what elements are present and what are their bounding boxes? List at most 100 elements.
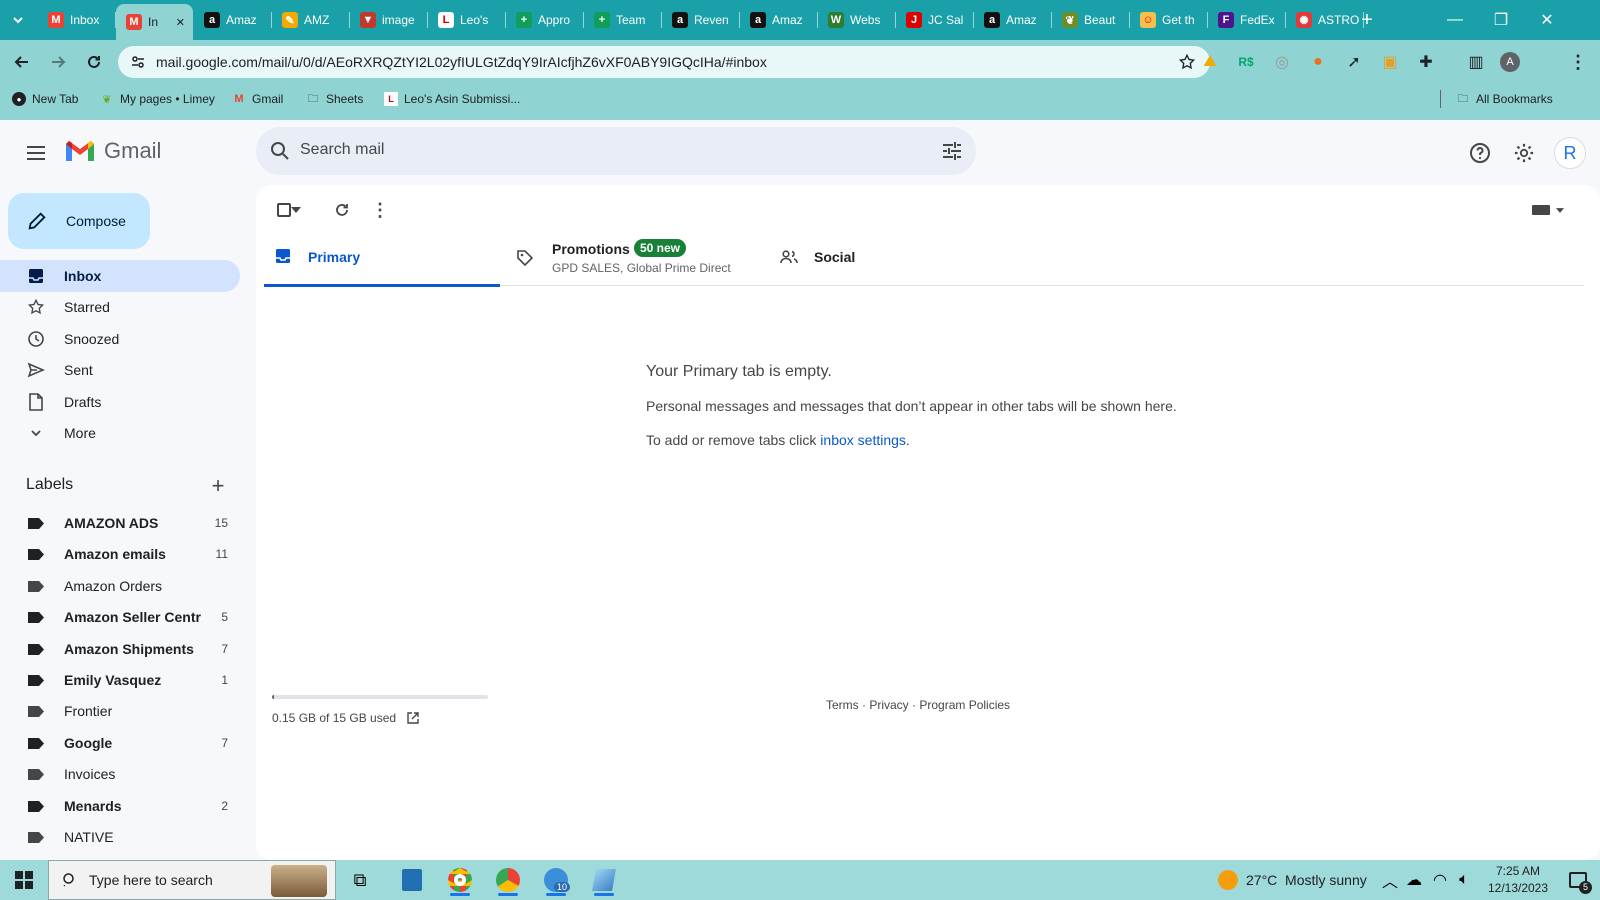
- extension-icon-2[interactable]: R$: [1232, 48, 1260, 76]
- browser-tab[interactable]: W Webs: [818, 6, 895, 34]
- bookmark-new-tab[interactable]: ● New Tab: [12, 92, 78, 106]
- browser-tab[interactable]: ✎ AMZ: [272, 6, 349, 34]
- label-item[interactable]: Frontier: [0, 695, 240, 727]
- select-dropdown[interactable]: [288, 196, 304, 224]
- tab-primary[interactable]: Primary: [264, 231, 500, 287]
- new-tab-button[interactable]: +: [1352, 0, 1382, 40]
- browser-tab[interactable]: + Team: [584, 6, 661, 34]
- search-input[interactable]: Search mail: [300, 141, 384, 159]
- compose-button[interactable]: Compose: [8, 193, 150, 249]
- input-tools-button[interactable]: [1528, 196, 1568, 224]
- account-avatar[interactable]: R: [1554, 137, 1586, 169]
- browser-tab[interactable]: a Amaz: [974, 6, 1051, 34]
- nav-item-inbox[interactable]: Inbox: [0, 260, 240, 292]
- add-label-button[interactable]: +: [206, 473, 230, 498]
- back-button[interactable]: [8, 48, 36, 76]
- bookmark-star-icon[interactable]: [1178, 53, 1196, 71]
- taskbar-search[interactable]: Type here to search: [48, 860, 336, 900]
- label-item[interactable]: AMAZON ADS 15: [0, 507, 240, 539]
- inbox-settings-link[interactable]: inbox settings: [820, 432, 906, 448]
- clock[interactable]: 7:25 AM 12/13/2023: [1480, 863, 1556, 897]
- restore-button[interactable]: ❐: [1478, 0, 1524, 40]
- bookmark-gmail[interactable]: M Gmail: [232, 92, 283, 106]
- label-item[interactable]: Google 7: [0, 727, 240, 759]
- tab-search-button[interactable]: [0, 0, 36, 40]
- extension-icon-1[interactable]: ⛰: [1196, 48, 1224, 76]
- privacy-link[interactable]: Privacy: [869, 698, 908, 712]
- close-window-button[interactable]: ✕: [1524, 0, 1570, 40]
- support-button[interactable]: [1464, 137, 1496, 169]
- label-item[interactable]: Invoices: [0, 758, 240, 790]
- label-item[interactable]: Amazon Shipments 7: [0, 633, 240, 665]
- reload-button[interactable]: [80, 48, 108, 76]
- extension-icon-3[interactable]: ◎: [1268, 48, 1296, 76]
- browser-tab[interactable]: ☺ Get th: [1130, 6, 1207, 34]
- browser-tab[interactable]: + Appro: [506, 6, 583, 34]
- browser-tab[interactable]: ▼ image: [350, 6, 427, 34]
- close-tab-icon[interactable]: ✕: [176, 16, 185, 29]
- open-in-new-icon[interactable]: [406, 711, 420, 725]
- label-item[interactable]: Menards 2: [0, 790, 240, 822]
- extensions-button[interactable]: ✚: [1412, 48, 1440, 76]
- more-actions-button[interactable]: ⋮: [366, 196, 394, 224]
- extension-icon-4[interactable]: ●: [1304, 48, 1332, 76]
- terms-link[interactable]: Terms: [826, 698, 859, 712]
- browser-tab[interactable]: F FedEx: [1208, 6, 1285, 34]
- url-text[interactable]: mail.google.com/mail/u/0/d/AEoRXRQZtYI2L…: [156, 54, 767, 70]
- extension-icon-5[interactable]: ➚: [1340, 48, 1368, 76]
- label-item[interactable]: Amazon emails 11: [0, 538, 240, 570]
- bookmark-limey[interactable]: ❦ My pages • Limey: [100, 92, 215, 106]
- browser-tab[interactable]: a Amaz: [740, 6, 817, 34]
- search-options-icon[interactable]: [940, 139, 964, 163]
- browser-tab[interactable]: J JC Sal: [896, 6, 973, 34]
- taskbar-calculator[interactable]: [392, 864, 432, 896]
- browser-tab[interactable]: M In ✕: [116, 4, 193, 40]
- browser-menu-button[interactable]: ⋮: [1564, 48, 1592, 76]
- taskbar-search-input[interactable]: Type here to search: [89, 872, 213, 888]
- nav-item-drafts[interactable]: Drafts: [0, 386, 240, 418]
- notification-center[interactable]: 5: [1558, 864, 1598, 896]
- nav-item-snoozed[interactable]: Snoozed: [0, 323, 240, 355]
- settings-button[interactable]: [1508, 137, 1540, 169]
- taskbar-app[interactable]: [584, 864, 624, 896]
- tab-promotions[interactable]: Promotions 50 new GPD SALES, Global Prim…: [516, 231, 752, 287]
- label-item[interactable]: Emily Vasquez 1: [0, 664, 240, 696]
- volume-tray[interactable]: 🔈︎: [1452, 864, 1476, 896]
- forward-button[interactable]: [44, 48, 72, 76]
- label-item[interactable]: NATIVE: [0, 821, 240, 853]
- extension-icon-6[interactable]: ▣: [1376, 48, 1404, 76]
- browser-tab[interactable]: a Reven: [662, 6, 739, 34]
- browser-tab[interactable]: M Inbox: [38, 6, 115, 34]
- main-menu-button[interactable]: [20, 137, 52, 169]
- nav-item-starred[interactable]: Starred: [0, 291, 240, 323]
- program-policies-link[interactable]: Program Policies: [919, 698, 1010, 712]
- bookmark-leo[interactable]: L Leo's Asin Submissi...: [384, 92, 520, 106]
- side-panel-button[interactable]: ▥: [1462, 48, 1490, 76]
- browser-tab[interactable]: L Leo's: [428, 6, 505, 34]
- network-tray[interactable]: ◠: [1428, 864, 1452, 896]
- bookmark-sheets[interactable]: 🗀 Sheets: [306, 92, 364, 106]
- taskbar-chrome-badged[interactable]: 10: [536, 864, 576, 896]
- gmail-logo[interactable]: Gmail: [64, 138, 161, 164]
- task-view-button[interactable]: ⧉: [340, 864, 380, 896]
- nav-item-sent[interactable]: Sent: [0, 354, 240, 386]
- search-bar[interactable]: Search mail: [256, 127, 976, 175]
- minimize-button[interactable]: —: [1432, 0, 1478, 40]
- browser-tab[interactable]: ❦ Beaut: [1052, 6, 1129, 34]
- refresh-button[interactable]: [328, 196, 356, 224]
- tab-social[interactable]: Social: [780, 231, 1016, 287]
- show-hidden-icons[interactable]: ︿: [1380, 864, 1400, 896]
- search-icon[interactable]: [268, 139, 292, 163]
- profile-button[interactable]: A: [1496, 48, 1524, 76]
- browser-tab[interactable]: a Amaz: [194, 6, 271, 34]
- nav-item-more[interactable]: More: [0, 417, 240, 449]
- onedrive-tray[interactable]: ☁: [1402, 864, 1426, 896]
- weather-widget[interactable]: 27°C Mostly sunny: [1218, 870, 1367, 890]
- taskbar-chrome-2[interactable]: [488, 864, 528, 896]
- start-button[interactable]: [4, 864, 44, 896]
- all-bookmarks[interactable]: 🗀 All Bookmarks: [1456, 92, 1553, 106]
- label-item[interactable]: Amazon Seller Centr 5: [0, 601, 240, 633]
- label-item[interactable]: Amazon Orders: [0, 570, 240, 602]
- taskbar-chrome-1[interactable]: [440, 864, 480, 896]
- address-bar[interactable]: mail.google.com/mail/u/0/d/AEoRXRQZtYI2L…: [118, 46, 1210, 78]
